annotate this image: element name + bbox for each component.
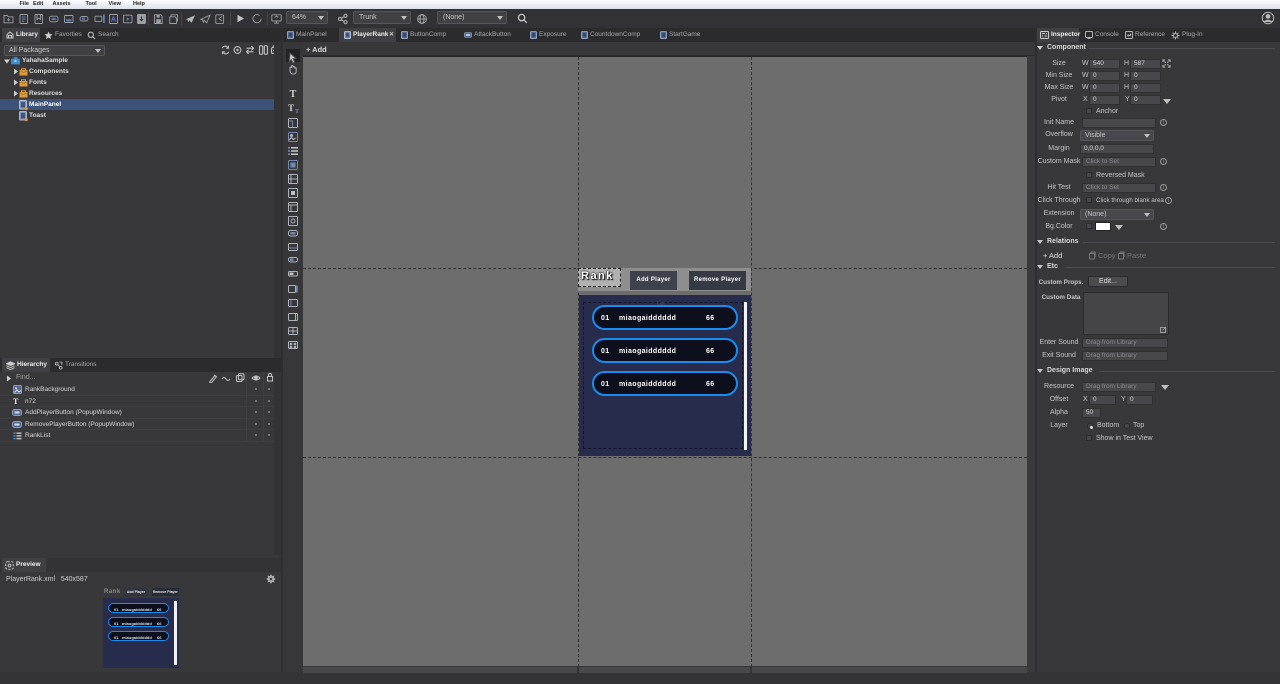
svg-text:T: T [295,109,299,115]
svg-text:A: A [111,15,117,24]
svg-text:T: T [290,89,297,100]
svg-text:T: T [288,103,294,113]
